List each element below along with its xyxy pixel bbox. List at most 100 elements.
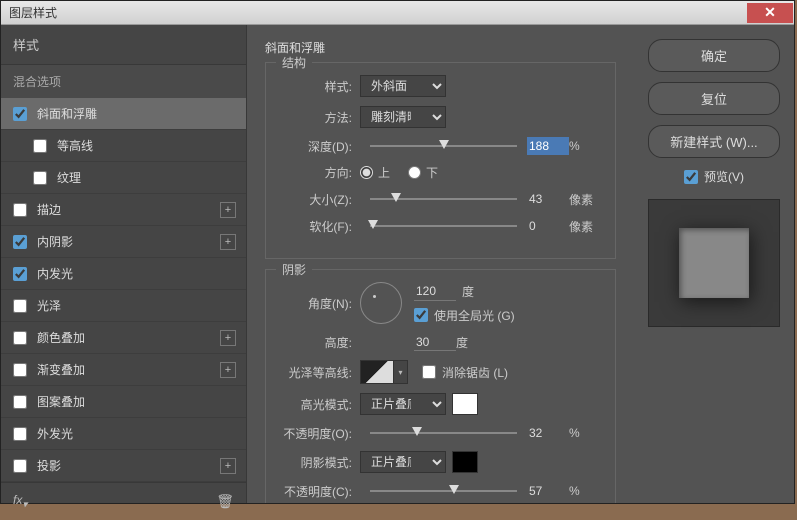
style-item-8[interactable]: 渐变叠加+ <box>1 354 246 386</box>
close-button[interactable]: ✕ <box>747 3 793 23</box>
angle-field[interactable] <box>414 283 456 301</box>
style-checkbox[interactable] <box>33 171 47 185</box>
titlebar: 图层样式 ✕ <box>1 1 794 25</box>
new-style-button[interactable]: 新建样式 (W)... <box>648 125 780 158</box>
style-dropdown[interactable]: 外斜面 <box>360 75 446 97</box>
altitude-field[interactable] <box>414 333 456 351</box>
style-item-label: 外发光 <box>37 425 73 442</box>
style-item-3[interactable]: 描边 + <box>1 194 246 226</box>
style-label: 样式: <box>282 78 360 95</box>
altitude-label: 高度: <box>282 334 360 351</box>
style-checkbox[interactable] <box>13 107 27 121</box>
style-item-4[interactable]: 内阴影 + <box>1 226 246 258</box>
shadow-mode-label: 阴影模式: <box>282 454 360 471</box>
cancel-button[interactable]: 复位 <box>648 82 780 115</box>
soften-label: 软化(F): <box>282 218 360 235</box>
add-effect-icon[interactable]: + <box>220 362 236 378</box>
direction-label: 方向: <box>282 164 360 181</box>
preview-checkbox[interactable]: 预览(V) <box>648 168 780 185</box>
direction-up-radio[interactable]: 上 <box>360 164 390 181</box>
style-checkbox[interactable] <box>13 203 27 217</box>
dialog-title: 图层样式 <box>9 4 57 21</box>
shadow-opacity-label: 不透明度(C): <box>282 483 360 500</box>
style-checkbox[interactable] <box>13 363 27 377</box>
style-item-10[interactable]: 外发光 <box>1 418 246 450</box>
style-item-11[interactable]: 投影+ <box>1 450 246 482</box>
direction-down-radio[interactable]: 下 <box>408 164 438 181</box>
style-checkbox[interactable] <box>13 235 27 249</box>
structure-group: 结构 样式: 外斜面 方法: 雕刻清晰 深度(D): % 方向: <box>265 62 616 259</box>
style-item-7[interactable]: 颜色叠加 + <box>1 322 246 354</box>
preview-thumbnail <box>648 199 780 327</box>
highlight-mode-dropdown[interactable]: 正片叠底 <box>360 393 446 415</box>
gloss-contour-picker[interactable] <box>360 360 394 384</box>
style-item-label: 斜面和浮雕 <box>37 105 97 122</box>
global-light-checkbox[interactable]: 使用全局光 (G) <box>414 307 515 324</box>
size-label: 大小(Z): <box>282 191 360 208</box>
add-effect-icon[interactable]: + <box>220 234 236 250</box>
style-item-1[interactable]: 等高线 <box>1 130 246 162</box>
gloss-contour-label: 光泽等高线: <box>282 364 360 381</box>
highlight-opacity-unit: % <box>569 426 599 440</box>
angle-unit: 度 <box>462 283 492 300</box>
ok-button[interactable]: 确定 <box>648 39 780 72</box>
highlight-color-swatch[interactable] <box>452 393 478 415</box>
trash-icon[interactable]: 🗑 <box>216 493 234 510</box>
highlight-opacity-slider[interactable] <box>370 432 517 434</box>
style-item-label: 内阴影 <box>37 233 73 250</box>
shading-legend: 阴影 <box>276 261 312 278</box>
highlight-mode-label: 高光模式: <box>282 396 360 413</box>
size-unit: 像素 <box>569 191 599 208</box>
angle-dial[interactable] <box>360 282 402 324</box>
style-item-label: 颜色叠加 <box>37 329 85 346</box>
shadow-opacity-slider[interactable] <box>370 490 517 492</box>
shadow-opacity-field[interactable] <box>527 482 569 500</box>
add-effect-icon[interactable]: + <box>220 458 236 474</box>
style-item-label: 纹理 <box>57 169 81 186</box>
blending-options[interactable]: 混合选项 <box>1 65 246 98</box>
style-checkbox[interactable] <box>13 331 27 345</box>
depth-unit: % <box>569 139 599 153</box>
style-item-label: 描边 <box>37 201 61 218</box>
style-item-label: 图案叠加 <box>37 393 85 410</box>
style-checkbox[interactable] <box>13 299 27 313</box>
style-item-6[interactable]: 光泽 <box>1 290 246 322</box>
style-checkbox[interactable] <box>13 267 27 281</box>
shading-group: 阴影 角度(N): 度 使用全局光 (G) 高度: <box>265 269 616 503</box>
style-item-0[interactable]: 斜面和浮雕 <box>1 98 246 130</box>
style-item-label: 光泽 <box>37 297 61 314</box>
structure-legend: 结构 <box>276 54 312 71</box>
technique-label: 方法: <box>282 109 360 126</box>
add-effect-icon[interactable]: + <box>220 330 236 346</box>
style-item-5[interactable]: 内发光 <box>1 258 246 290</box>
antialias-checkbox[interactable]: 消除锯齿 (L) <box>422 364 508 381</box>
gloss-contour-dropdown[interactable]: ▾ <box>394 360 408 384</box>
depth-label: 深度(D): <box>282 138 360 155</box>
shadow-mode-dropdown[interactable]: 正片叠底 <box>360 451 446 473</box>
size-slider[interactable] <box>370 198 517 200</box>
technique-dropdown[interactable]: 雕刻清晰 <box>360 106 446 128</box>
preview-inner <box>679 228 749 298</box>
style-checkbox[interactable] <box>33 139 47 153</box>
style-checkbox[interactable] <box>13 459 27 473</box>
style-item-9[interactable]: 图案叠加 <box>1 386 246 418</box>
style-item-2[interactable]: 纹理 <box>1 162 246 194</box>
style-checkbox[interactable] <box>13 395 27 409</box>
layer-style-dialog: 图层样式 ✕ 样式 混合选项 斜面和浮雕等高线纹理描边 + 内阴影 + 内发光光泽颜色叠… <box>0 0 795 504</box>
style-checkbox[interactable] <box>13 427 27 441</box>
soften-field[interactable] <box>527 217 569 235</box>
sidebar-header: 样式 <box>1 25 246 65</box>
highlight-opacity-field[interactable] <box>527 424 569 442</box>
depth-slider[interactable] <box>370 145 517 147</box>
fx-menu[interactable]: fx▾ <box>13 493 27 510</box>
size-field[interactable] <box>527 190 569 208</box>
sidebar-footer: fx▾ 🗑 <box>1 482 246 520</box>
shadow-color-swatch[interactable] <box>452 451 478 473</box>
main-panel: 斜面和浮雕 结构 样式: 外斜面 方法: 雕刻清晰 深度(D): % <box>247 25 634 503</box>
add-effect-icon[interactable]: + <box>220 202 236 218</box>
depth-field[interactable] <box>527 137 569 155</box>
altitude-unit: 度 <box>456 334 486 351</box>
soften-slider[interactable] <box>370 225 517 227</box>
shadow-opacity-unit: % <box>569 484 599 498</box>
highlight-opacity-label: 不透明度(O): <box>282 425 360 442</box>
